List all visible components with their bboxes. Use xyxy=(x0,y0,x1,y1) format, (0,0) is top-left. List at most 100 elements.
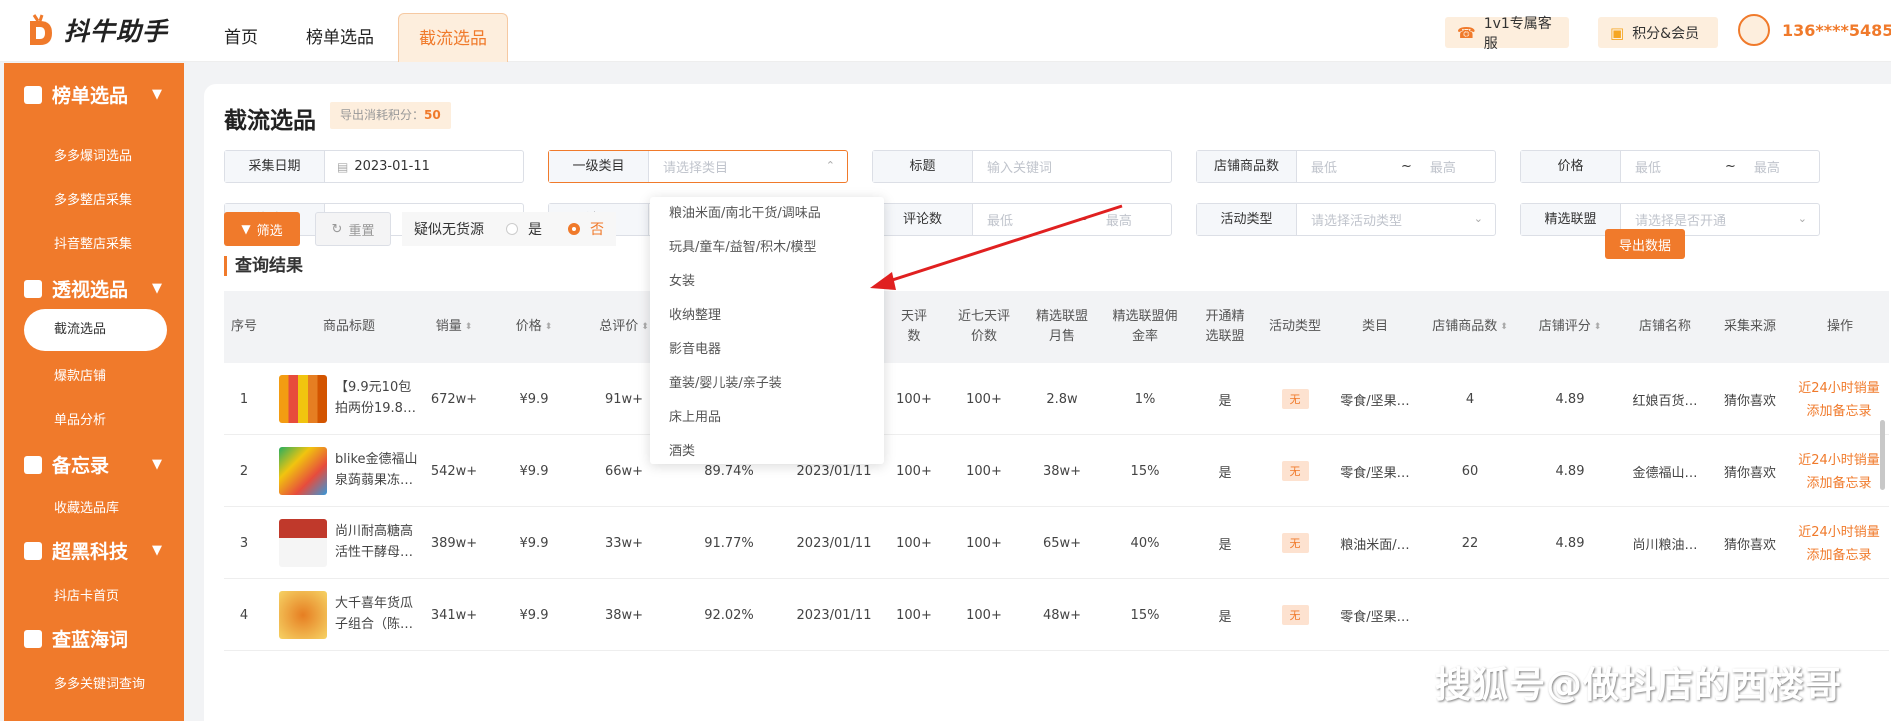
cell-commission: 15% xyxy=(1130,607,1160,623)
category-option[interactable]: 影音电器 xyxy=(650,333,884,367)
cell-score: 4.89 xyxy=(1555,535,1585,551)
category-option[interactable]: 酒类 xyxy=(650,435,884,464)
sort-icon: ⬍ xyxy=(641,322,649,332)
price-range[interactable]: 价格 最低 ~ 最高 xyxy=(1520,150,1820,183)
th-7day-line2: 价数 xyxy=(970,329,997,344)
nav-tab-intercept[interactable]: 截流选品 xyxy=(398,13,508,62)
th-open-line2: 选联盟 xyxy=(1205,329,1245,344)
app-logo[interactable]: 抖牛助手 xyxy=(26,12,168,48)
th-alliance-line1: 精选联盟 xyxy=(1035,309,1088,324)
category-placeholder: 请选择类目 xyxy=(663,161,729,176)
sales-24h-link[interactable]: 近24小时销量 xyxy=(1784,377,1891,400)
nav-tab-rank[interactable]: 榜单选品 xyxy=(282,0,398,62)
add-memo-link[interactable]: 添加备忘录 xyxy=(1784,472,1891,495)
product-title[interactable]: 尚川耐高糖高活性干酵母… xyxy=(335,521,421,565)
category-option[interactable]: 童装/婴儿装/亲子装 xyxy=(650,367,884,401)
add-memo-link[interactable]: 添加备忘录 xyxy=(1784,400,1891,423)
table-header: 序号 商品标题 销量 ⬍ 价格 ⬍ 总评价 ⬍ 天评数 近七天评 价数 精选联盟 月售 精… xyxy=(224,291,1889,363)
price-max[interactable]: 最高 xyxy=(1744,157,1780,176)
sidebar-group-tech[interactable]: 超黑科技 ▼ xyxy=(24,537,162,564)
cell-shop-count: 4 xyxy=(1465,391,1475,407)
sidebar-group-perspective[interactable]: 透视选品 ▼ xyxy=(24,275,162,302)
category-select[interactable]: 一级类目 请选择类目 ⌃ xyxy=(548,150,848,183)
th-shop-count[interactable]: 店铺商品数 ⬍ xyxy=(1420,291,1520,363)
th-title: 商品标题 xyxy=(322,319,375,334)
filter-button-label: 筛选 xyxy=(256,223,283,239)
price-min[interactable]: 最低 xyxy=(1621,157,1661,176)
sales-24h-link[interactable]: 近24小时销量 xyxy=(1784,521,1891,544)
shop-count-range[interactable]: 店铺商品数 最低 ~ 最高 xyxy=(1196,150,1496,183)
cell-commission: 40% xyxy=(1130,535,1160,551)
cell-index: 3 xyxy=(239,535,249,551)
category-option[interactable]: 床上用品 xyxy=(650,401,884,435)
category-option[interactable]: 收纳整理 xyxy=(650,299,884,333)
sidebar-item-pdd-keyword-query[interactable]: 多多关键词查询 xyxy=(54,673,145,692)
sidebar-group-keywords[interactable]: 查蓝海词 xyxy=(24,625,128,652)
table-row[interactable]: 1 【9.9元10包拍两份19.8… 672w+ ¥9.9 91w+ 100+ … xyxy=(224,363,1889,435)
th-shop-score[interactable]: 店铺评分 ⬍ xyxy=(1520,291,1620,363)
cell-7day: 100+ xyxy=(966,391,1002,407)
support-button[interactable]: ☎ 1v1专属客服 xyxy=(1445,16,1569,52)
cell-index: 1 xyxy=(239,391,249,407)
category-option[interactable]: 女装 xyxy=(650,265,884,299)
product-cell[interactable]: 尚川耐高糖高活性干酵母… xyxy=(279,519,421,567)
table-row[interactable]: 4 大千喜年货瓜子组合（陈… 341w+ ¥9.9 38w+ 92.02% 20… xyxy=(224,579,1889,651)
sidebar-item-pdd-keyword[interactable]: 多多爆词选品 xyxy=(54,145,132,164)
product-title[interactable]: 大千喜年货瓜子组合（陈… xyxy=(335,593,421,637)
sort-icon: ⬍ xyxy=(1500,322,1508,332)
sidebar-item-intercept[interactable]: 截流选品 xyxy=(24,309,167,351)
title-field[interactable]: 标题 输入关键词 xyxy=(872,150,1172,183)
reset-button[interactable]: ↻ 重置 xyxy=(315,212,391,246)
shop-count-max[interactable]: 最高 xyxy=(1420,157,1456,176)
product-cell[interactable]: blike金德福山泉蒟蒻果冻… xyxy=(279,447,421,495)
sidebar-item-hot-shop[interactable]: 爆款店铺 xyxy=(54,365,106,384)
th-activity: 活动类型 xyxy=(1268,319,1321,334)
th-sales-label: 销量 xyxy=(435,319,462,334)
product-cell[interactable]: 大千喜年货瓜子组合（陈… xyxy=(279,591,421,639)
cell-price: ¥9.9 xyxy=(519,535,549,551)
cell-source: 猜你喜欢 xyxy=(1723,537,1776,553)
sidebar-group-memo[interactable]: 备忘录 ▼ xyxy=(24,451,162,478)
table-row[interactable]: 3 尚川耐高糖高活性干酵母… 389w+ ¥9.9 33w+ 91.77% 20… xyxy=(224,507,1889,579)
cell-category: 零食/坚果… xyxy=(1340,609,1410,625)
th-price[interactable]: 价格 ⬍ xyxy=(494,291,574,363)
sidebar-item-pdd-shop[interactable]: 多多整店采集 xyxy=(54,189,132,208)
radio-yes[interactable] xyxy=(506,223,518,235)
category-option[interactable]: 玩具/童车/益智/积木/模型 xyxy=(650,231,884,265)
sidebar-item-card-home[interactable]: 抖店卡首页 xyxy=(54,585,119,604)
nav-tab-home[interactable]: 首页 xyxy=(200,0,282,62)
sales-24h-link[interactable]: 近24小时销量 xyxy=(1784,449,1891,472)
user-menu[interactable]: 136****5485 xyxy=(1738,14,1891,46)
product-title[interactable]: 【9.9元10包拍两份19.8… xyxy=(335,377,421,421)
activity-select[interactable]: 活动类型 请选择活动类型 ⌄ xyxy=(1196,203,1496,236)
product-cell[interactable]: 【9.9元10包拍两份19.8… xyxy=(279,375,421,423)
product-title[interactable]: blike金德福山泉蒟蒻果冻… xyxy=(335,449,421,493)
filter-button[interactable]: ▼ 筛选 xyxy=(224,212,300,246)
add-memo-link[interactable]: 添加备忘录 xyxy=(1784,544,1891,567)
chevron-down-icon: ⌄ xyxy=(1473,212,1483,225)
cell-3day: 100+ xyxy=(896,391,932,407)
radio-no-label[interactable]: 否 xyxy=(590,219,604,239)
radio-no[interactable] xyxy=(568,223,580,235)
result-title: 查询结果 xyxy=(224,256,303,276)
sidebar-item-favorites[interactable]: 收藏选品库 xyxy=(54,497,119,516)
category-option[interactable]: 粮油米面/南北干货/调味品 xyxy=(650,197,884,231)
shop-count-min[interactable]: 最低 xyxy=(1297,157,1337,176)
cell-source: 猜你喜欢 xyxy=(1723,393,1776,409)
sidebar-item-douyin-shop[interactable]: 抖音整店采集 xyxy=(54,233,132,252)
sidebar-group-rank[interactable]: 榜单选品 ▼ xyxy=(24,81,162,108)
user-phone: 136****5485 xyxy=(1782,20,1891,40)
product-thumbnail xyxy=(279,375,327,423)
date-field[interactable]: 采集日期 ▤ 2023-01-11 xyxy=(224,150,524,183)
export-button[interactable]: 导出数据 xyxy=(1605,229,1685,259)
cell-alliance: 是 xyxy=(1218,537,1232,553)
th-3day-line1: 天评 xyxy=(900,309,927,324)
scrollbar[interactable] xyxy=(1880,420,1885,490)
table-row[interactable]: 2 blike金德福山泉蒟蒻果冻… 542w+ ¥9.9 66w+ 89.74%… xyxy=(224,435,1889,507)
row-actions: 近24小时销量 添加备忘录 xyxy=(1784,521,1891,567)
cell-alliance: 是 xyxy=(1218,609,1232,625)
th-sales[interactable]: 销量 ⬍ xyxy=(414,291,494,363)
points-button[interactable]: ▣ 积分&会员 xyxy=(1598,17,1718,48)
radio-yes-label[interactable]: 是 xyxy=(528,219,542,239)
sidebar-item-item-analysis[interactable]: 单品分析 xyxy=(54,409,106,428)
